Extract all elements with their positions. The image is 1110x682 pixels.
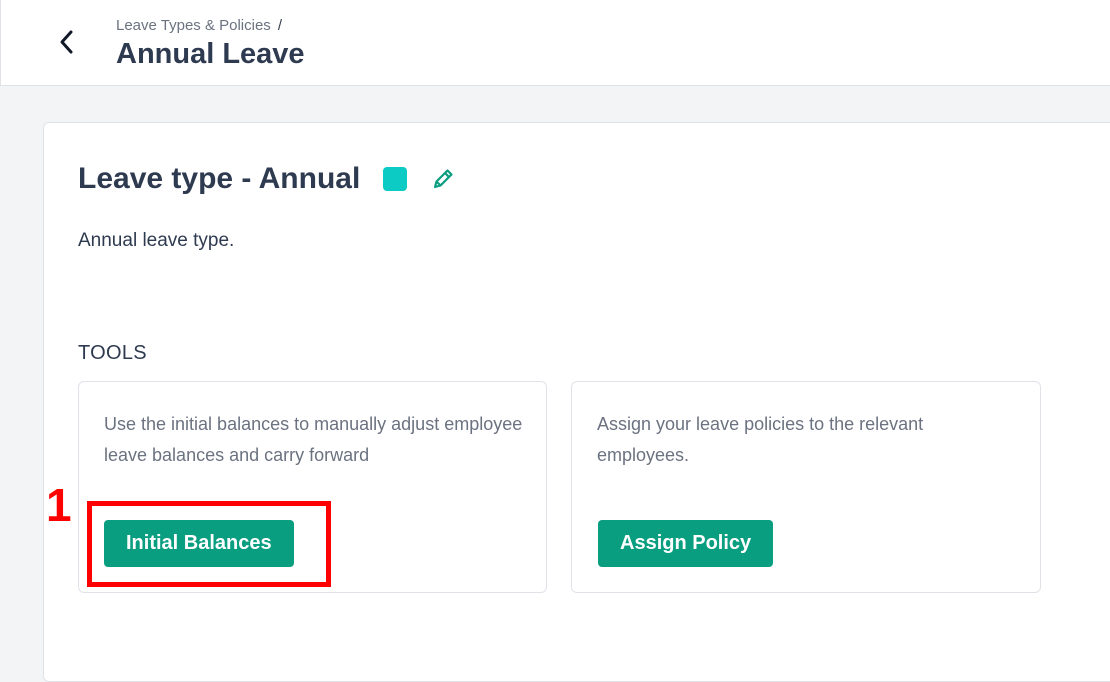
breadcrumb: Leave Types & Policies / bbox=[116, 17, 282, 34]
leave-type-color-swatch bbox=[383, 167, 407, 191]
chevron-left-icon bbox=[60, 30, 73, 54]
assign-policy-button[interactable]: Assign Policy bbox=[598, 520, 774, 567]
breadcrumb-separator: / bbox=[277, 17, 282, 34]
pencil-icon bbox=[433, 169, 453, 189]
page-header: Leave Types & Policies / Annual Leave bbox=[0, 0, 1110, 86]
leave-type-title: Leave type - Annual bbox=[78, 162, 361, 195]
initial-balances-description: Use the initial balances to manually adj… bbox=[104, 414, 523, 465]
leave-type-description: Annual leave type. bbox=[78, 230, 235, 251]
annotation-number: 1 bbox=[46, 479, 72, 531]
edit-leave-type-button[interactable] bbox=[430, 166, 456, 192]
assign-policy-card: Assign your leave policies to the releva… bbox=[571, 381, 1041, 593]
annotation-highlight-box bbox=[87, 501, 331, 587]
tools-heading: TOOLS bbox=[78, 342, 147, 364]
breadcrumb-link-leave-types[interactable]: Leave Types & Policies bbox=[116, 17, 271, 34]
page-title: Annual Leave bbox=[116, 38, 305, 70]
assign-policy-description: Assign your leave policies to the releva… bbox=[597, 414, 924, 465]
back-button[interactable] bbox=[53, 26, 81, 58]
